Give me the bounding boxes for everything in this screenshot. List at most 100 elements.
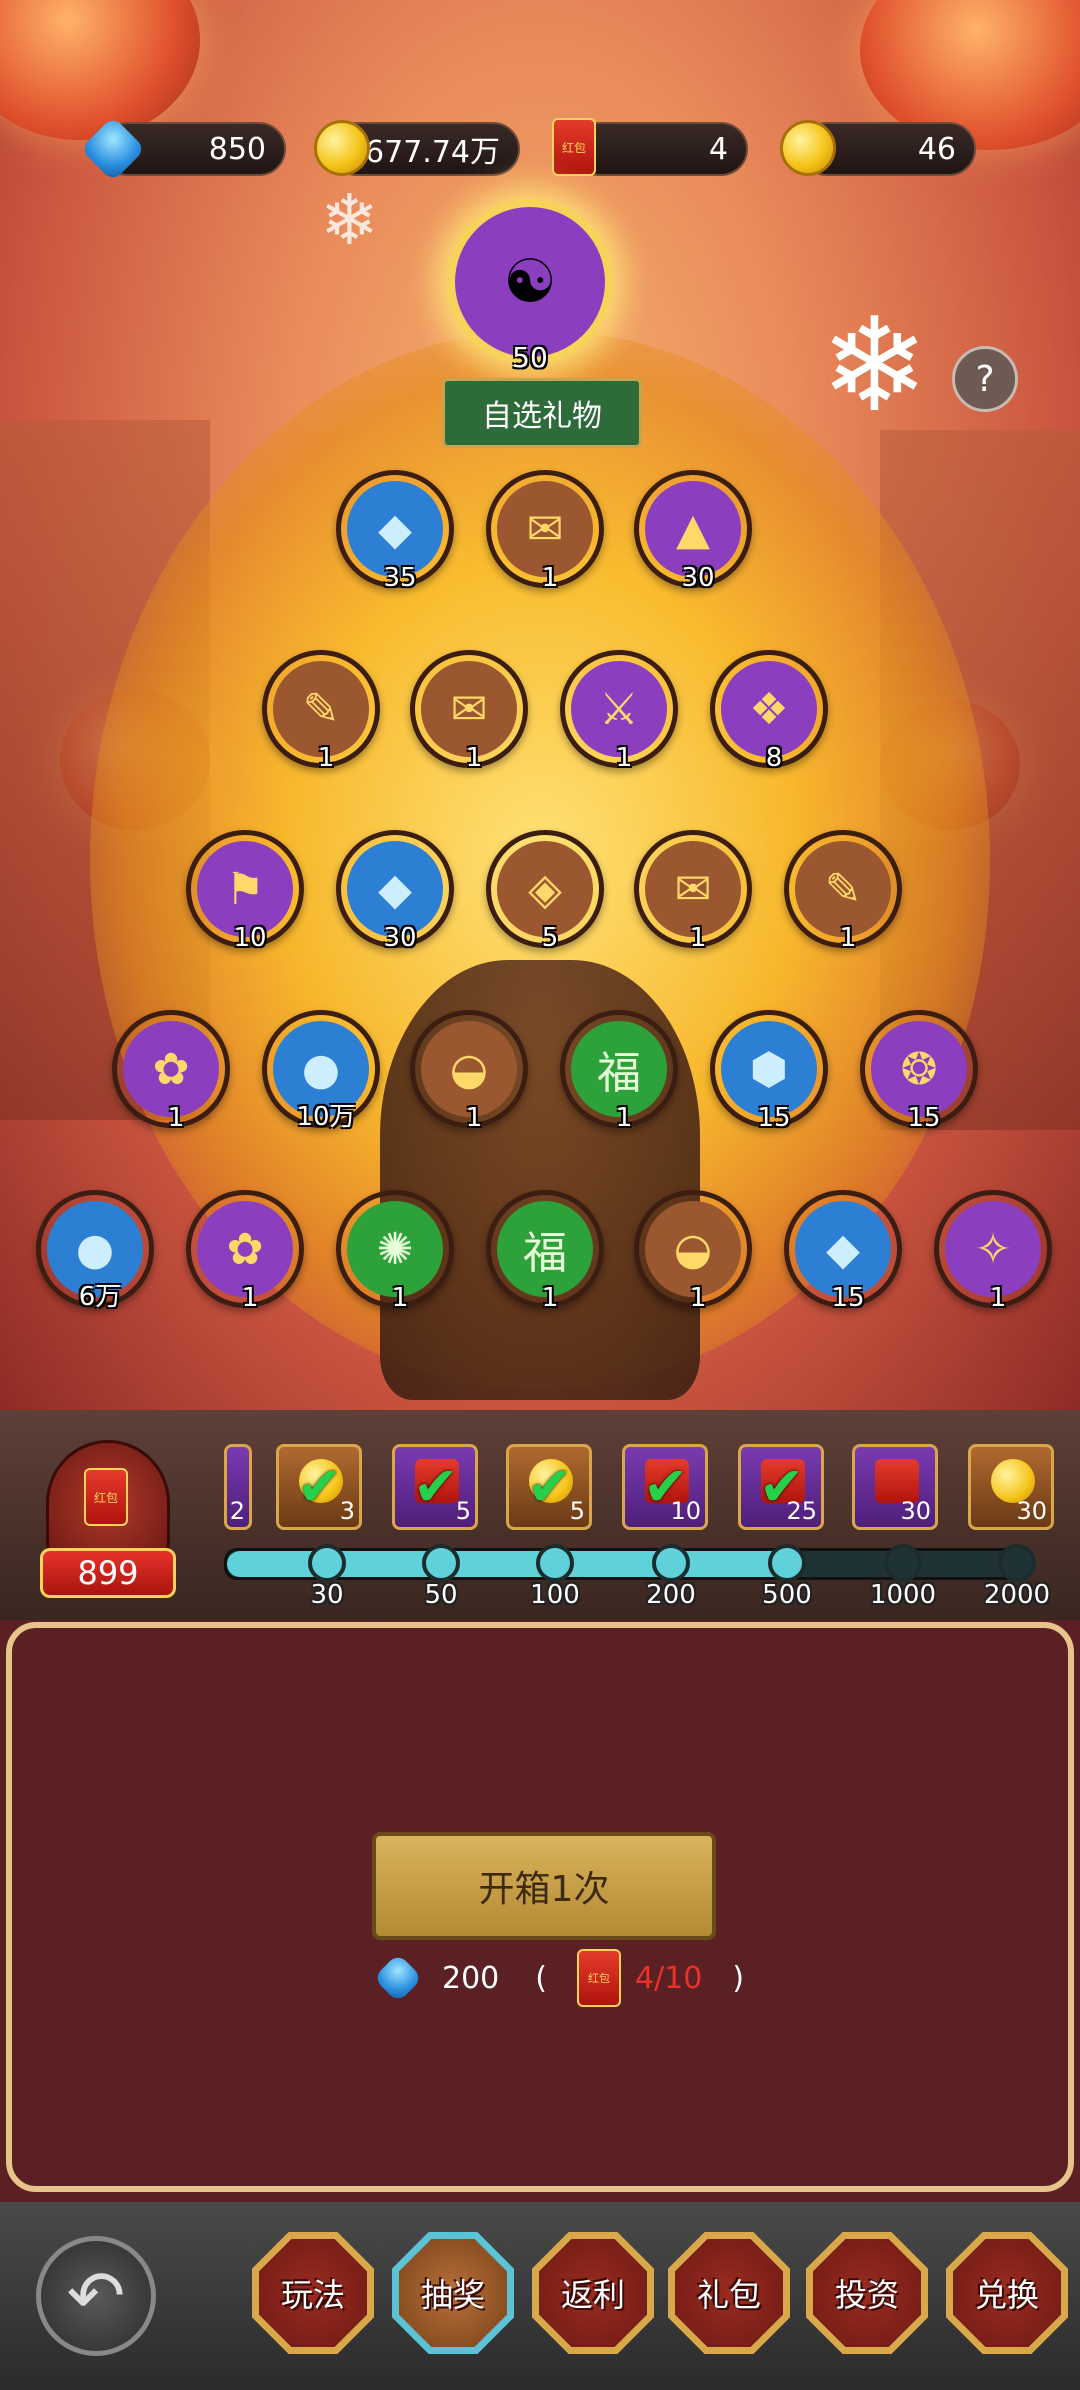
prize-count: 1 [465,743,483,773]
ingot-count: 46 [917,131,956,167]
prize-item[interactable]: ⚑ 10 [186,830,304,953]
milestone-label: 200 [646,1580,696,1610]
milestone-label: 1000 [869,1580,937,1610]
prize-item[interactable]: ✿ 1 [186,1190,304,1313]
milestone-reward[interactable]: 10 ✔ [622,1444,708,1530]
prize-item[interactable]: ◒ 1 [634,1190,752,1313]
nav-tab-label: 投资 [813,2239,921,2347]
progress-count: 899 [77,1554,139,1592]
prize-item[interactable]: ◒ 1 [410,1010,528,1133]
prize-item[interactable]: ✉ 1 [410,650,528,773]
prize-count: 10万 [296,1102,356,1132]
prize-item[interactable]: ● 10万 [262,1010,380,1132]
prize-count: 30 [681,563,715,593]
prize-item[interactable]: ❂ 15 [860,1010,978,1133]
prize-item[interactable]: ✎ 1 [784,830,902,953]
prize-count: 1 [989,1283,1007,1313]
cost-diamonds: 200 [442,1960,500,1996]
milestone-reward[interactable]: 2 [224,1444,252,1530]
nav-tab-label: 礼包 [675,2239,783,2347]
milestone-reward[interactable]: 5 ✔ [392,1444,478,1530]
tab-lottery[interactable]: 抽奖 [392,2232,514,2354]
grand-prize[interactable]: ☯ 50 [430,182,630,382]
prize-count: 35 [383,563,417,593]
snowflake-icon: ❄ [820,289,929,441]
prize-item[interactable]: ❖ 8 [710,650,828,773]
prize-count: 1 [541,1283,559,1313]
prize-item[interactable]: ▲ 30 [634,470,752,593]
tab-rebate[interactable]: 返利 [532,2232,654,2354]
milestone-node [768,1544,806,1582]
snowflake-icon: ❄ [320,179,379,261]
prize-count: 6万 [78,1282,122,1312]
milestone-reward[interactable]: 30 [852,1444,938,1530]
milestone-node [998,1544,1036,1582]
diamond-count: 850 [208,131,266,167]
milestone-reward[interactable]: 3 ✔ [276,1444,362,1530]
gold-count: 677.74万 [365,135,500,170]
prize-count: 8 [765,743,783,773]
prize-item[interactable]: ◆ 30 [336,830,454,953]
milestone-reward[interactable]: 25 ✔ [738,1444,824,1530]
prize-item[interactable]: ✿ 1 [112,1010,230,1133]
prize-count: 10 [233,923,267,953]
prize-count: 30 [383,923,417,953]
prize-item[interactable]: ◈ 5 [486,830,604,953]
milestone-reward[interactable]: 30 [968,1444,1054,1530]
ingot-icon [780,120,836,176]
prize-count: 1 [241,1283,259,1313]
milestone-label: 2000 [983,1580,1051,1610]
prize-count: 15 [907,1103,941,1133]
prize-item[interactable]: ✧ 1 [934,1190,1052,1313]
red-envelope-icon: 红包 [552,118,596,176]
lantern-decoration [0,0,200,140]
prize-count: 1 [167,1103,185,1133]
check-icon: ✔ [643,1455,689,1518]
milestone-label: 50 [424,1580,458,1610]
check-icon: ✔ [413,1455,459,1518]
prize-item[interactable]: ⬢ 15 [710,1010,828,1133]
open-once-label: 开箱1次 [478,1869,610,1910]
open-once-button[interactable]: 开箱1次 [372,1832,716,1940]
back-arrow-icon: ↶ [66,2255,126,2337]
back-button[interactable]: ↶ [36,2236,156,2356]
milestone-reward-count: 30 [900,1497,931,1525]
prize-item[interactable]: ⚔ 1 [560,650,678,773]
prize-item[interactable]: 福1 [560,1010,678,1133]
prize-item[interactable]: ◆ 35 [336,470,454,593]
tab-invest[interactable]: 投资 [806,2232,928,2354]
help-icon: ? [975,358,995,400]
milestone-reward[interactable]: 5 ✔ [506,1444,592,1530]
envelope-progress: 4/10 [634,1960,703,1996]
milestone-label: 30 [310,1580,344,1610]
help-button[interactable]: ? [952,346,1018,412]
milestone-node [422,1544,460,1582]
prize-count: 1 [465,1103,483,1133]
gold-coin-icon [314,120,370,176]
red-envelope-bag[interactable]: 红包 899 [40,1440,176,1600]
nav-tab-label: 返利 [539,2239,647,2347]
milestone-label: 500 [762,1580,812,1610]
tab-exchange[interactable]: 兑换 [946,2232,1068,2354]
prize-item[interactable]: ✉ 1 [634,830,752,953]
prize-count: 1 [317,743,335,773]
red-envelope-icon: 红包 [84,1468,128,1526]
nav-tab-label: 玩法 [259,2239,367,2347]
tab-gameplay[interactable]: 玩法 [252,2232,374,2354]
choose-gift-label[interactable]: 自选礼物 [442,378,642,448]
prize-count: 5 [541,923,559,953]
prize-count: 15 [757,1103,791,1133]
prize-count: 15 [831,1283,865,1313]
prize-item[interactable]: 福1 [486,1190,604,1313]
prize-item[interactable]: ✉ 1 [486,470,604,593]
progress-count-badge: 899 [40,1548,176,1598]
prize-item[interactable]: ◆ 15 [784,1190,902,1313]
prize-item[interactable]: ● 6万 [36,1190,154,1312]
check-icon: ✔ [759,1455,805,1518]
prize-count: 1 [615,743,633,773]
nav-tab-label: 兑换 [953,2239,1061,2347]
prize-item[interactable]: ✎ 1 [262,650,380,773]
choose-gift-text: 自选礼物 [482,399,602,434]
prize-item[interactable]: ✺ 1 [336,1190,454,1313]
tab-gift-pack[interactable]: 礼包 [668,2232,790,2354]
